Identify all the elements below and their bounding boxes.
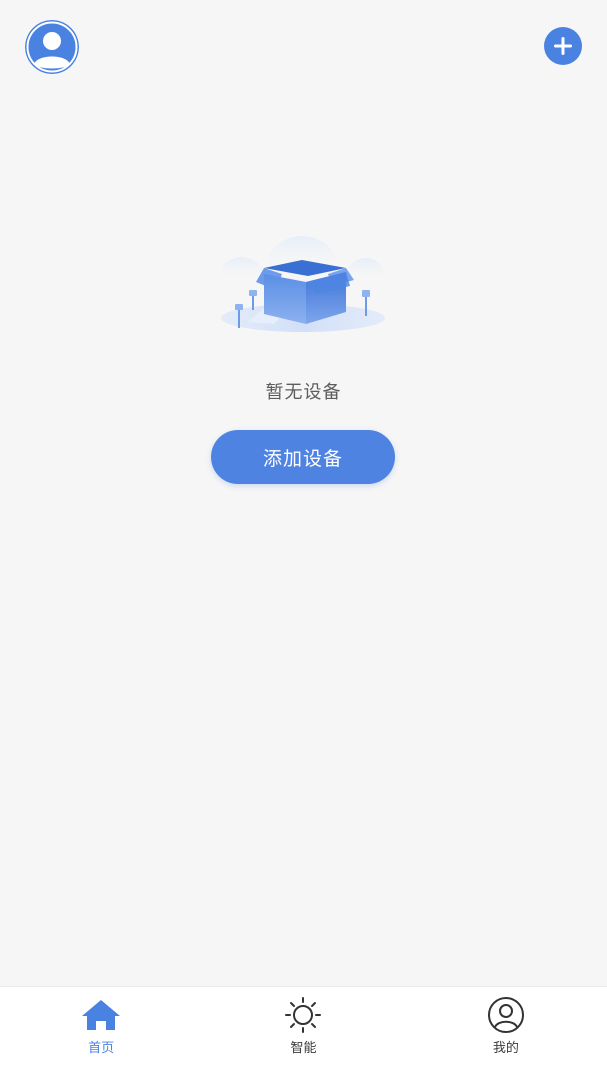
profile-icon [485, 996, 527, 1034]
bottom-nav: 首页 智能 我的 [0, 986, 607, 1081]
nav-item-home[interactable]: 首页 [0, 987, 202, 1081]
user-avatar-button[interactable] [25, 20, 79, 74]
nav-label-mine: 我的 [492, 1041, 519, 1056]
nav-label-smart: 智能 [290, 1041, 317, 1056]
nav-item-mine[interactable]: 我的 [405, 987, 607, 1081]
add-button[interactable] [544, 27, 582, 65]
nav-item-smart[interactable]: 智能 [202, 987, 404, 1081]
add-device-button[interactable]: 添加设备 [211, 430, 395, 484]
sun-icon [282, 996, 324, 1034]
home-icon [80, 996, 122, 1034]
empty-state-message: 暂无设备 [265, 382, 342, 403]
home-screen: 暂无设备 添加设备 首页 智能 我的 [0, 0, 607, 1081]
plus-icon [554, 37, 572, 55]
empty-box-illustration [218, 236, 386, 332]
user-avatar-icon [25, 20, 79, 74]
nav-label-home: 首页 [88, 1041, 115, 1056]
